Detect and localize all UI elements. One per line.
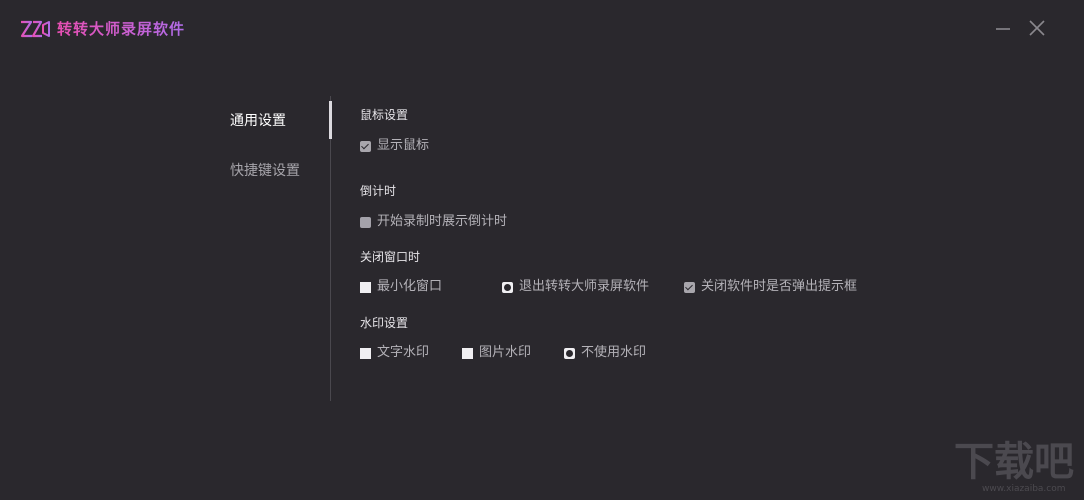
text-watermark-label: 文字水印 xyxy=(377,345,430,360)
no-watermark-label: 不使用水印 xyxy=(581,345,647,360)
radio-selected-icon xyxy=(502,281,513,293)
site-watermark-logo: 下载吧 www.xiazaiba.com xyxy=(948,440,1078,496)
radio-unselected-icon xyxy=(360,347,371,359)
no-watermark-radio[interactable]: 不使用水印 xyxy=(564,344,646,362)
close-prompt-checkbox[interactable]: 关闭软件时是否弹出提示框 xyxy=(684,278,857,296)
section-title-countdown: 倒计时 xyxy=(360,184,397,198)
minimize-icon[interactable] xyxy=(991,16,1015,40)
minimize-window-label: 最小化窗口 xyxy=(377,279,443,294)
close-icon[interactable] xyxy=(1025,16,1049,40)
nav-item-general-settings[interactable]: 通用设置 xyxy=(230,111,286,131)
image-watermark-radio[interactable]: 图片水印 xyxy=(462,344,531,362)
zz-logo-icon xyxy=(20,20,50,38)
checkbox-checked-icon xyxy=(684,281,695,293)
site-watermark-url: www.xiazaiba.com xyxy=(982,484,1066,494)
radio-selected-icon xyxy=(564,347,575,359)
show-mouse-label: 显示鼠标 xyxy=(377,138,430,153)
text-watermark-radio[interactable]: 文字水印 xyxy=(360,344,429,362)
image-watermark-label: 图片水印 xyxy=(479,345,532,360)
site-watermark-text: 下载吧 xyxy=(954,439,1074,485)
countdown-checkbox[interactable]: 开始录制时展示倒计时 xyxy=(360,213,507,231)
radio-unselected-icon xyxy=(462,347,473,359)
checkbox-checked-icon xyxy=(360,140,371,152)
exit-app-label: 退出转转大师录屏软件 xyxy=(519,279,650,294)
nav-item-hotkey-settings[interactable]: 快捷键设置 xyxy=(230,161,300,181)
exit-app-radio[interactable]: 退出转转大师录屏软件 xyxy=(502,278,649,296)
radio-unselected-icon xyxy=(360,281,371,293)
nav-active-indicator xyxy=(329,101,332,139)
minimize-window-radio[interactable]: 最小化窗口 xyxy=(360,278,442,296)
section-title-watermark: 水印设置 xyxy=(360,316,409,330)
close-prompt-label: 关闭软件时是否弹出提示框 xyxy=(701,279,858,294)
section-title-mouse: 鼠标设置 xyxy=(360,108,409,122)
app-title: 转转大师录屏软件 xyxy=(57,20,186,38)
settings-window: 转转大师录屏软件 通用设置 快捷键设置 鼠标设置 显示鼠标 倒计时 开始录制时展… xyxy=(0,0,1084,500)
checkbox-unchecked-icon xyxy=(360,216,371,228)
show-mouse-checkbox[interactable]: 显示鼠标 xyxy=(360,137,429,155)
section-title-close-window: 关闭窗口时 xyxy=(360,250,421,264)
countdown-label: 开始录制时展示倒计时 xyxy=(377,214,508,229)
nav-divider xyxy=(330,96,331,401)
